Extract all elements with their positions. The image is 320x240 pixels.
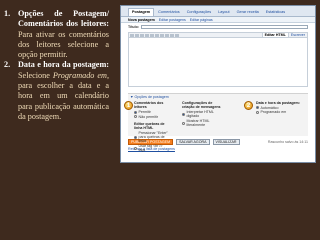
main-tabs: Postagem Comentários Configurações Layou… — [121, 6, 315, 17]
title-input[interactable] — [140, 25, 308, 29]
instruction-text: Opções de Postagem/ Comentários dos leit… — [18, 9, 109, 60]
compose-heading: Configurações de criação de mensagens — [182, 101, 221, 110]
radio-icon[interactable] — [134, 135, 137, 139]
title-row: Título: — [121, 23, 315, 31]
draft-saved-status: Rascunho salvo às 14:11 — [267, 139, 308, 144]
tab-comentarios[interactable]: Comentários — [155, 9, 183, 16]
radio-icon[interactable] — [134, 115, 137, 119]
instructions-panel: 1. Opções de Postagem/ Comentários dos l… — [0, 0, 115, 240]
format-button[interactable] — [175, 33, 179, 37]
tab-gerar-receita[interactable]: Gerar receita — [234, 9, 262, 16]
instruction-text: Data e hora da postagem: Selecione Progr… — [18, 60, 109, 122]
tab-estatisticas[interactable]: Estatísticas — [263, 9, 288, 16]
option-label: Pressionar "Enter" para quebras de linha — [138, 130, 168, 144]
radio-icon[interactable] — [134, 110, 137, 114]
instruction-item-schedule: 2. Data e hora da postagem: Selecione Pr… — [4, 60, 109, 122]
instruction-body-end: para escolher a data e a hora em um cale… — [18, 81, 109, 121]
compose-options: Configurações de criação de mensagens In… — [182, 101, 222, 127]
tab-edit-html[interactable]: Editar HTML — [261, 33, 288, 37]
format-button[interactable] — [130, 33, 134, 37]
instruction-body: Para ativar os comentários dos leitores … — [18, 29, 109, 60]
blogger-editor-screenshot: Postagem Comentários Configurações Layou… — [120, 5, 316, 163]
option-label: Programado em — [260, 110, 287, 115]
post-body-editor[interactable] — [128, 38, 308, 87]
radio-icon[interactable] — [256, 111, 259, 114]
format-button[interactable] — [160, 33, 164, 37]
editor-hint — [128, 88, 308, 92]
radio-icon[interactable] — [182, 112, 185, 116]
format-button[interactable] — [140, 33, 144, 37]
option-interpret-html[interactable]: Interpretar HTML digitado — [182, 110, 222, 118]
tab-configuracoes[interactable]: Configurações — [184, 9, 214, 16]
instruction-title: Data e hora da postagem: — [18, 60, 109, 70]
option-scheduled[interactable]: Programado em — [256, 110, 300, 114]
instruction-item-comments: 1. Opções de Postagem/ Comentários dos l… — [4, 9, 109, 60]
format-button[interactable] — [170, 33, 174, 37]
option-automatic[interactable]: Automático — [256, 106, 300, 110]
subtab-editar-postagens[interactable]: Editar postagens — [159, 18, 186, 22]
instruction-title: Opções de Postagem/ Comentários dos leit… — [18, 9, 109, 29]
subtab-editar-paginas[interactable]: Editar páginas — [190, 18, 213, 22]
radio-icon[interactable] — [256, 106, 259, 110]
option-enter-line-break[interactable]: Pressionar "Enter" para quebras de linha — [134, 131, 170, 144]
radio-icon[interactable] — [134, 146, 137, 150]
comments-options: Comentários dos leitores Permitir Não pe… — [134, 101, 170, 152]
tab-compose[interactable]: Escrever — [287, 33, 307, 37]
save-now-button[interactable]: SALVAR AGORA — [176, 138, 210, 145]
option-label: Interpretar HTML digitado — [186, 109, 214, 119]
post-options-panel: 1 2 Comentários dos leitores Permitir Nã… — [124, 99, 308, 152]
instruction-body-start: Selecione — [18, 70, 53, 80]
tab-postagem[interactable]: Postagem — [128, 8, 155, 16]
instructions-list: 1. Opções de Postagem/ Comentários dos l… — [4, 9, 109, 122]
instruction-body-italic: Programado em, — [52, 70, 109, 80]
callout-marker-2: 2 — [244, 101, 253, 110]
format-button[interactable] — [155, 33, 159, 37]
option-label: Permitir — [138, 109, 151, 114]
mode-tabs: Editar HTML Escrever — [261, 33, 307, 37]
option-literal-html[interactable]: Mostrar HTML literalmente — [182, 119, 222, 127]
option-label: Mostrar HTML literalmente — [186, 118, 210, 128]
format-button[interactable] — [150, 33, 154, 37]
format-button[interactable] — [135, 33, 139, 37]
option-allow-comments[interactable]: Permitir — [134, 110, 170, 114]
preview-button[interactable]: VISUALIZAR — [212, 138, 240, 145]
schedule-heading: Data e hora da postagem: — [256, 101, 300, 105]
format-button[interactable] — [165, 33, 169, 37]
option-disallow-comments[interactable]: Não permitir — [134, 115, 170, 119]
instruction-number: 2. — [4, 60, 11, 70]
subtab-nova-postagem[interactable]: Nova postagem — [128, 18, 155, 22]
instruction-number: 1. — [4, 9, 11, 18]
callout-marker-1: 1 — [124, 101, 133, 110]
enter-key-heading: Editor quebras de linha HTML — [134, 121, 165, 131]
tab-layout[interactable]: Layout — [215, 9, 232, 16]
option-label: Usar tag <br /> tags — [138, 143, 163, 153]
radio-icon[interactable] — [182, 121, 185, 125]
schedule-options: Data e hora da postagem: Automático Prog… — [256, 101, 300, 115]
format-button[interactable] — [145, 33, 149, 37]
option-label: Não permitir — [138, 114, 159, 119]
title-label: Título: — [128, 25, 139, 29]
comments-heading: Comentários dos leitores — [134, 101, 164, 110]
option-br-tags[interactable]: Usar tag <br /> tags — [134, 144, 170, 152]
option-label: Automático — [260, 105, 279, 110]
